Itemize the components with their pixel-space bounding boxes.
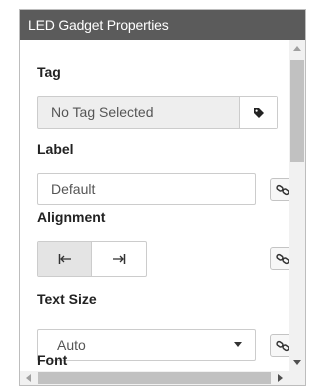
tag-select-button[interactable] <box>239 97 277 128</box>
scroll-right-icon[interactable] <box>278 374 283 382</box>
link-icon <box>276 184 289 195</box>
properties-content: Tag No Tag Selected Label Default Alignm… <box>20 40 289 371</box>
scroll-down-icon[interactable] <box>293 360 301 365</box>
align-right-button[interactable] <box>92 242 146 276</box>
tag-label: Tag <box>37 64 61 80</box>
horizontal-scrollbar[interactable] <box>20 371 289 385</box>
font-label: Font <box>37 352 68 368</box>
label-link-button[interactable] <box>270 178 289 201</box>
label-label: Label <box>37 141 74 157</box>
horizontal-scroll-thumb[interactable] <box>38 372 271 384</box>
vertical-scroll-thumb[interactable] <box>290 60 304 162</box>
properties-panel: LED Gadget Properties Tag No Tag Selecte… <box>19 9 306 386</box>
alignment-toggle-group <box>37 241 147 277</box>
link-icon <box>276 340 289 351</box>
tag-value: No Tag Selected <box>51 104 154 120</box>
panel-title: LED Gadget Properties <box>20 10 305 40</box>
alignment-label: Alignment <box>37 209 106 225</box>
text-size-select[interactable]: Auto <box>37 329 256 361</box>
tag-icon <box>253 107 264 118</box>
link-icon <box>276 253 289 264</box>
chevron-down-icon <box>234 342 242 347</box>
text-size-link-button[interactable] <box>270 334 289 357</box>
label-input-value: Default <box>51 181 96 197</box>
scroll-left-icon[interactable] <box>26 374 31 382</box>
alignment-link-button[interactable] <box>270 247 289 270</box>
scrollbar-corner <box>289 371 305 385</box>
tag-field[interactable]: No Tag Selected <box>37 96 278 129</box>
align-left-button[interactable] <box>38 242 92 276</box>
align-right-icon <box>113 254 126 264</box>
label-input[interactable]: Default <box>37 173 256 205</box>
vertical-scrollbar[interactable] <box>289 40 305 371</box>
align-left-icon <box>58 254 71 264</box>
scroll-up-icon[interactable] <box>293 46 301 51</box>
text-size-label: Text Size <box>37 291 97 307</box>
